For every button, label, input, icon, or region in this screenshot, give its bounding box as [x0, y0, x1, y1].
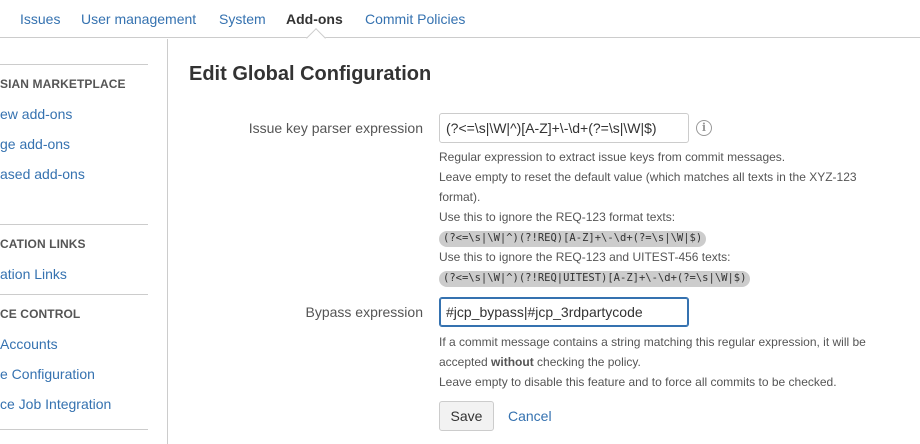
info-icon[interactable]: i: [696, 120, 712, 136]
sidebar-divider: [0, 294, 148, 295]
help-line: Leave empty to disable this feature and …: [439, 375, 837, 389]
sidebar-item-application-links[interactable]: ation Links: [0, 266, 67, 282]
issue-key-help: Regular expression to extract issue keys…: [439, 147, 857, 287]
bypass-label: Bypass expression: [305, 304, 423, 320]
tab-commit-policies[interactable]: Commit Policies: [365, 11, 465, 27]
main-content: Edit Global Configuration Issue key pars…: [169, 39, 920, 444]
tab-issues[interactable]: Issues: [20, 11, 60, 27]
help-line: Use this to ignore the REQ-123 and UITES…: [439, 250, 731, 264]
help-line: format).: [439, 190, 481, 204]
sidebar-heading-application-links: CATION LINKS: [0, 237, 86, 251]
help-line: Leave empty to reset the default value (…: [439, 170, 857, 184]
cancel-link[interactable]: Cancel: [508, 408, 552, 424]
save-button[interactable]: Save: [439, 401, 494, 431]
sidebar: SIAN MARKETPLACE ew add-ons ge add-ons a…: [0, 39, 168, 444]
sidebar-divider: [0, 64, 148, 65]
tab-user-management[interactable]: User management: [81, 11, 196, 27]
bypass-input[interactable]: [439, 297, 689, 327]
help-line: Use this to ignore the REQ-123 format te…: [439, 210, 676, 224]
top-nav: Issues User management System Add-ons Co…: [0, 0, 920, 48]
sidebar-item-manage-add-ons[interactable]: ge add-ons: [0, 136, 70, 152]
tab-add-ons[interactable]: Add-ons: [286, 11, 343, 27]
help-line: accepted without checking the policy.: [439, 355, 641, 369]
sidebar-item-configuration[interactable]: e Configuration: [0, 366, 95, 382]
issue-key-label: Issue key parser expression: [248, 120, 423, 136]
sidebar-divider: [0, 429, 148, 430]
sidebar-heading-source-control: CE CONTROL: [0, 307, 81, 321]
tab-system[interactable]: System: [219, 11, 266, 27]
page-title: Edit Global Configuration: [189, 63, 432, 85]
regex-example-ignore-req-uitest: (?<=\s|\W|^)(?!REQ|UITEST)[A-Z]+\-\d+(?=…: [439, 271, 751, 287]
bypass-help: If a commit message contains a string ma…: [439, 332, 866, 392]
sidebar-item-accounts[interactable]: Accounts: [0, 336, 58, 352]
sidebar-item-find-new-add-ons[interactable]: ew add-ons: [0, 106, 72, 122]
sidebar-heading-marketplace: SIAN MARKETPLACE: [0, 77, 126, 91]
help-line: If a commit message contains a string ma…: [439, 335, 866, 349]
sidebar-item-purchased-add-ons[interactable]: ased add-ons: [0, 166, 85, 182]
sidebar-item-job-integration[interactable]: ce Job Integration: [0, 396, 111, 412]
sidebar-divider: [0, 224, 148, 225]
regex-example-ignore-req: (?<=\s|\W|^)(?!REQ)[A-Z]+\-\d+(?=\s|\W|$…: [439, 231, 707, 247]
help-line: Regular expression to extract issue keys…: [439, 150, 786, 164]
issue-key-input[interactable]: [439, 113, 689, 143]
